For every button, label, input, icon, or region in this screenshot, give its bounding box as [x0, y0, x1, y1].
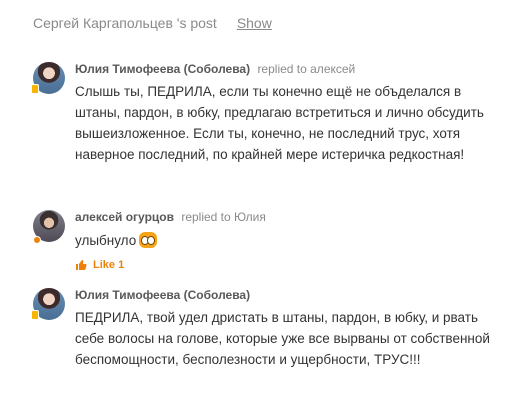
replied-to[interactable]: replied to Юлия: [181, 210, 266, 224]
like-button[interactable]: Like 1: [75, 259, 493, 271]
comment-text: улыбнуло: [75, 233, 137, 248]
surprised-face-icon: [139, 232, 158, 248]
show-link[interactable]: Show: [237, 15, 272, 31]
comment-text: Слышь ты, ПЕДРИЛА, если ты конечно ещё н…: [75, 84, 484, 162]
status-indicator: [31, 310, 39, 320]
online-indicator: [33, 236, 41, 244]
comment: Юлия Тимофеева (Соболева) ПЕДРИЛА, твой …: [31, 288, 493, 370]
replied-to[interactable]: replied to алексей: [257, 62, 355, 76]
comment: Юлия Тимофеева (Соболева) replied to але…: [31, 62, 493, 165]
comment-text: ПЕДРИЛА, твой удел дристать в штаны, пар…: [75, 310, 490, 367]
comment-author[interactable]: алексей огурцов: [75, 210, 174, 224]
comment-author[interactable]: Юлия Тимофеева (Соболева): [75, 288, 250, 302]
status-indicator: [31, 84, 39, 94]
post-header: Сергей Каргапольцев 's post Show: [33, 15, 272, 31]
comment: алексей огурцов replied to Юлия улыбнуло…: [33, 210, 493, 271]
post-title: Сергей Каргапольцев 's post: [33, 15, 217, 31]
like-label: Like: [93, 259, 116, 271]
like-count: 1: [118, 259, 125, 271]
thumbs-up-icon: [76, 260, 87, 270]
comment-author[interactable]: Юлия Тимофеева (Соболева): [75, 62, 250, 76]
